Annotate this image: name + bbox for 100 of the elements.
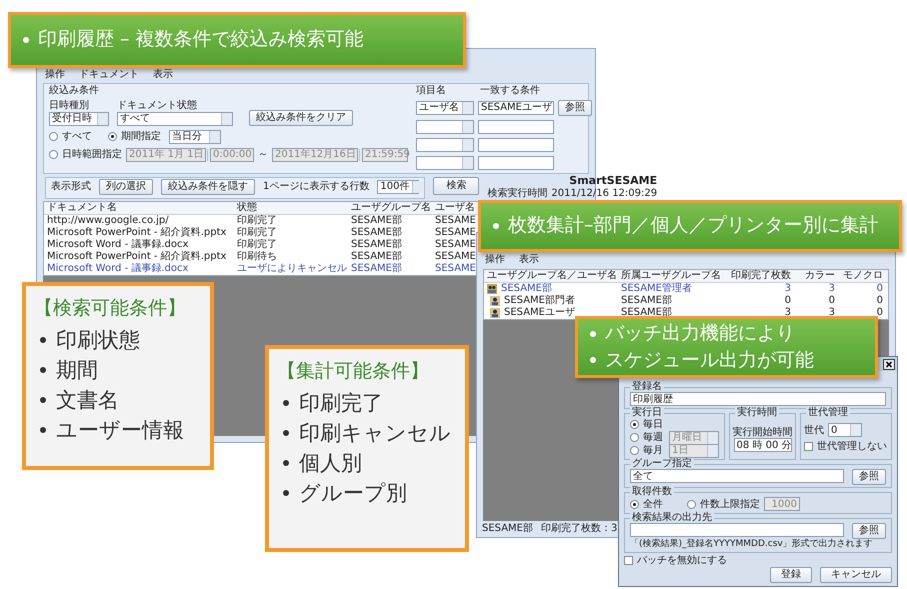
input-field[interactable]: SESAMEユーザ	[478, 101, 554, 115]
dialog-button[interactable]: キャンセル	[820, 567, 892, 583]
toolbar-button[interactable]: 絞込み条件を隠す	[161, 179, 255, 196]
bullet-icon	[23, 37, 29, 43]
group-label: 登録名	[630, 381, 664, 392]
hint-text: 「(検索結果)_登録名YYYYMMDD.csv」形式で出力されます	[630, 540, 874, 550]
input-field[interactable]: 印刷履歴	[630, 392, 886, 406]
radio-button[interactable]	[687, 500, 696, 508]
bullet-icon	[283, 460, 289, 466]
bullet-icon	[283, 430, 289, 436]
column-header[interactable]: モノクロ	[838, 270, 886, 282]
browse-button[interactable]: 参照	[852, 469, 886, 485]
input-field[interactable]	[478, 138, 554, 152]
input-field[interactable]	[478, 120, 554, 134]
radio-label: 件数上限指定	[700, 498, 760, 510]
dropdown[interactable]: 受付日時	[49, 112, 109, 126]
bullet-icon	[493, 223, 499, 229]
time-spinner[interactable]: 08 時 00 分	[734, 438, 792, 452]
brand-logo: SmartSESAME	[569, 175, 658, 188]
column-header[interactable]: 状態	[234, 202, 348, 214]
table-cell-text: Microsoft PowerPoint - 紹介資料.pptx	[46, 227, 228, 239]
radio-button[interactable]	[630, 433, 639, 442]
radio-label: すべて	[62, 130, 92, 142]
table-cell-text: 印刷待ち	[236, 251, 278, 263]
callout-title: 【集計可能条件】	[277, 359, 430, 384]
radio-button[interactable]	[49, 132, 58, 141]
field-label: 実行開始時間	[732, 427, 792, 438]
caret-icon	[209, 130, 220, 142]
dropdown[interactable]	[416, 156, 474, 170]
browse-button[interactable]: 参照	[852, 523, 886, 539]
field-label: 一致する条件	[480, 84, 540, 96]
column-header[interactable]: ユーザ名	[432, 202, 480, 214]
dropdown[interactable]: すべて	[117, 112, 233, 126]
group-label: 検索結果の出力先	[630, 512, 714, 523]
table-cell-text: 3	[784, 306, 792, 318]
user-icon	[490, 308, 500, 318]
bullet-icon	[283, 400, 289, 406]
callout-text: 枚数集計–部門／個人／プリンター別に集計	[508, 214, 878, 238]
checkbox[interactable]	[804, 442, 813, 451]
bullet-icon	[590, 330, 596, 337]
dropdown[interactable]	[416, 120, 474, 134]
status-text: 印刷完了枚数：3	[541, 522, 618, 534]
list-item-text: 文書名	[56, 387, 119, 414]
toolbar-button[interactable]: 列の選択	[99, 179, 153, 196]
radio-button[interactable]	[630, 446, 639, 455]
radio-button[interactable]	[630, 420, 639, 429]
menu-item[interactable]: ドキュメント	[79, 69, 139, 80]
caret-icon	[462, 102, 473, 114]
column-header[interactable]: ドキュメント名	[44, 202, 234, 214]
browse-button[interactable]: 参照	[558, 100, 592, 116]
callout-text: 印刷履歴 – 複数条件で絞込み検索可能	[38, 28, 364, 52]
dialog-button[interactable]: 登録	[770, 567, 812, 583]
table-cell-text: SESAME	[434, 215, 477, 227]
field-label: 1ページに表示する行数	[263, 181, 370, 193]
table-cell: SESAMEユーザ	[484, 306, 618, 318]
section-title: 表示形式	[51, 181, 91, 193]
status-text: SESAME部	[482, 522, 533, 534]
field-label: 日時種別	[49, 100, 90, 112]
checkbox[interactable]	[624, 556, 633, 565]
table-cell-text: ユーザによりキャンセル	[236, 263, 348, 275]
radio-button[interactable]	[49, 150, 58, 159]
column-header[interactable]: カラー	[794, 270, 838, 282]
list-item-text: 印刷完了	[299, 390, 383, 416]
input-field[interactable]: 全て	[630, 469, 844, 483]
bullet-icon	[590, 357, 596, 364]
menu-item[interactable]: 表示	[519, 254, 539, 266]
menu-item[interactable]: 表示	[153, 69, 173, 80]
callout-text: スケジュール出力が可能	[605, 348, 814, 372]
bullet-icon	[40, 366, 46, 373]
dropdown[interactable]: ユーザ名	[416, 101, 474, 115]
list-item-text: 印刷状態	[56, 326, 140, 353]
radio-button[interactable]	[630, 500, 639, 508]
table-cell-text: 3	[828, 282, 836, 294]
search-button[interactable]: 検索	[433, 177, 480, 196]
clear-filter-button[interactable]: 絞込み条件をクリア	[249, 110, 353, 126]
table-cell-text: 3	[784, 282, 792, 294]
field-label: 項目名	[416, 84, 447, 96]
group-label: 取得件数	[630, 486, 674, 497]
list-item-text: 個人別	[299, 450, 362, 476]
table-cell-text: 0	[828, 294, 836, 306]
caret-icon	[707, 432, 718, 444]
group-label: 実行時間	[735, 407, 779, 418]
menu-item[interactable]: 操作	[485, 254, 505, 266]
dropdown[interactable]	[416, 138, 474, 152]
caret-icon	[707, 444, 718, 456]
dropdown[interactable]: 当日分	[169, 130, 221, 144]
table-cell-text: SESAME	[434, 239, 477, 251]
bullet-icon	[40, 336, 46, 343]
range-separator: ～	[258, 148, 268, 160]
radio-label: 毎月	[643, 445, 664, 456]
table-cell-text: Microsoft PowerPoint - 紹介資料.pptx	[46, 251, 228, 263]
dropdown[interactable]: 0	[828, 423, 862, 437]
input-field[interactable]	[478, 156, 554, 170]
callout-text: バッチ出力機能により	[605, 322, 795, 346]
menu-item[interactable]: 操作	[45, 69, 65, 80]
input-field[interactable]	[630, 523, 844, 537]
radio-label: 毎日	[643, 419, 664, 430]
close-icon[interactable]	[883, 358, 895, 370]
bullet-icon	[40, 397, 46, 404]
radio-button[interactable]	[108, 132, 117, 141]
